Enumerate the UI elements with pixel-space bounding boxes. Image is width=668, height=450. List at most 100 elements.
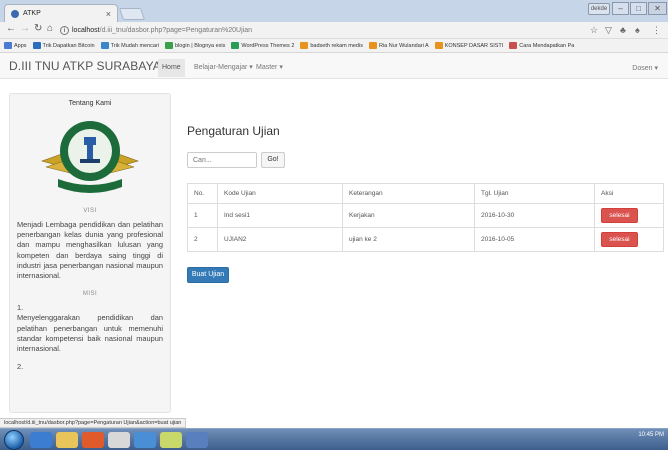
bookmark-item[interactable]: Apps <box>4 42 27 49</box>
misi-item-text: Menyelenggarakan pendidikan dan pelatiha… <box>17 313 163 354</box>
selesai-button[interactable]: selesai <box>601 232 638 247</box>
exam-table: No. Kode Ujian Keterangan Tgl. Ujian Aks… <box>187 183 664 252</box>
bookmark-label: WordPress Themes 2 <box>241 42 295 49</box>
go-button[interactable]: Go! <box>261 152 285 168</box>
home-icon[interactable]: ⌂ <box>47 23 53 34</box>
menu-icon[interactable]: ⋮ <box>652 25 661 36</box>
bookmarks-bar: Apps Trik Dapatkan Bitcoin Trik Mudah menc… <box>0 39 668 53</box>
cell-kode: Ind sesi1 <box>217 203 343 228</box>
bookmark-item[interactable]: Ria Nur Wulandari A <box>368 42 429 49</box>
maximize-icon[interactable]: □ <box>630 2 647 15</box>
buat-ujian-button[interactable]: Buat Ujian <box>187 267 229 283</box>
browser-tab-strip: ATKP × dekde – □ ✕ <box>0 0 668 22</box>
bookmark-item[interactable]: badseth rekam medis <box>300 42 363 49</box>
misi-heading: MISI <box>82 291 98 298</box>
table-row: 2 UJIAN2 ujian ke 2 2016-10-05 selesai <box>187 227 664 252</box>
cell-kode: UJIAN2 <box>217 227 343 252</box>
visi-heading: VISI <box>83 208 97 214</box>
clock-time: 10:45 PM <box>638 432 664 438</box>
explorer-icon[interactable] <box>56 432 78 448</box>
bookmark-star-icon[interactable]: ☆ <box>590 25 598 36</box>
nav-home[interactable]: Home <box>158 59 185 77</box>
url-field[interactable]: i localhost/d.iii_tnu/dasbor.php?page=Pen… <box>60 24 580 37</box>
bookmark-favicon-icon <box>509 42 518 49</box>
bookmark-item[interactable]: blogin | Blognya exis <box>165 42 225 49</box>
nav-belajar-mengajar[interactable]: Belajar-Mengajar ▾ <box>190 59 257 77</box>
bookmark-item[interactable]: Trik Dapatkan Bitcoin <box>32 42 95 49</box>
bookmark-favicon-icon <box>165 42 174 49</box>
bookmark-favicon-icon <box>368 42 377 49</box>
ie-icon[interactable] <box>30 432 52 448</box>
cell-keterangan: Kerjakan <box>342 203 475 228</box>
app-icon[interactable] <box>134 432 156 448</box>
bookmark-item[interactable]: Cara Mendapatkan Pa <box>509 42 574 49</box>
site-brand[interactable]: D.III TNU ATKP SURABAYA <box>9 59 161 73</box>
col-header-aksi: Aksi <box>594 183 664 204</box>
bookmark-favicon-icon <box>434 42 443 49</box>
tab-close-icon[interactable]: × <box>106 9 111 19</box>
new-tab-button[interactable] <box>118 8 146 20</box>
bookmark-favicon-icon <box>300 42 309 49</box>
selesai-button[interactable]: selesai <box>601 208 638 223</box>
paint-icon[interactable] <box>160 432 182 448</box>
sidebar-title: Tentang Kami <box>68 100 112 107</box>
atkp-logo <box>41 121 139 193</box>
chrome-taskbar-icon[interactable] <box>108 432 130 448</box>
search-row: Go! <box>187 152 662 168</box>
favicon-icon <box>11 9 19 18</box>
bookmark-label: Ria Nur Wulandari A <box>378 42 429 49</box>
cell-aksi: selesai <box>594 203 664 228</box>
misi-item-number-2: 2. <box>17 362 24 372</box>
bookmark-label: Apps <box>14 42 27 49</box>
visi-text: Menjadi Lembaga pendidikan dan pelatihan… <box>17 220 163 281</box>
page-title: Pengaturan Ujian <box>187 124 280 138</box>
start-button[interactable] <box>4 430 24 450</box>
extension-icon-3[interactable]: ♠ <box>635 25 640 35</box>
browser-tab[interactable]: ATKP × <box>4 4 118 22</box>
bookmark-favicon-icon <box>32 42 41 49</box>
page-info-icon[interactable]: i <box>60 26 69 35</box>
window-close-icon[interactable]: ✕ <box>648 2 667 15</box>
bookmark-item[interactable]: WordPress Themes 2 <box>231 42 294 49</box>
reload-icon[interactable]: ↻ <box>34 23 42 34</box>
cell-aksi: selesai <box>594 227 664 252</box>
nav-master[interactable]: Master ▾ <box>252 59 287 77</box>
search-input[interactable] <box>187 152 257 168</box>
cell-no: 1 <box>187 203 218 228</box>
media-player-icon[interactable] <box>82 432 104 448</box>
url-path: /d.iii_tnu/dasbor.php?page=Pengaturan%20… <box>99 27 253 34</box>
col-header-no: No. <box>187 183 218 204</box>
bookmark-label: Cara Mendapatkan Pa <box>519 42 575 49</box>
bookmark-label: Trik Dapatkan Bitcoin <box>42 42 95 49</box>
page-content: Tentang Kami VISI Menjadi Lembaga pendid… <box>0 79 668 417</box>
apps-grid-icon <box>4 42 12 49</box>
bookmark-item[interactable]: Trik Mudah mencari <box>100 42 160 49</box>
minimize-icon[interactable]: – <box>612 2 629 15</box>
nav-dosen[interactable]: Dosen ▾ <box>632 64 658 72</box>
bookmark-label: Trik Mudah mencari <box>110 42 160 49</box>
extension-icon-2[interactable]: ♣ <box>620 25 626 35</box>
cell-keterangan: ujian ke 2 <box>342 227 475 252</box>
main-panel: Pengaturan Ujian Go! No. Kode Ujian Kete… <box>187 124 664 283</box>
browser-user-button[interactable]: dekde <box>588 3 610 15</box>
site-navbar: D.III TNU ATKP SURABAYA Home Belajar-Men… <box>0 53 668 79</box>
col-header-keterangan: Keterangan <box>342 183 475 204</box>
col-header-tgl: Tgl. Ujian <box>474 183 595 204</box>
table-row: 1 Ind sesi1 Kerjakan 2016-10-30 selesai <box>187 203 664 228</box>
table-header-row: No. Kode Ujian Keterangan Tgl. Ujian Aks… <box>187 183 664 204</box>
bookmark-label: blogin | Blognya exis <box>175 42 226 49</box>
os-taskbar: 10:45 PM <box>0 428 668 450</box>
status-url: localhost/d.iii_tnu/dasbor.php?page=Peng… <box>0 418 187 428</box>
cell-tgl: 2016-10-05 <box>474 227 595 252</box>
col-header-kode: Kode Ujian <box>217 183 343 204</box>
bookmark-label: KONSEP DASAR SISTI <box>444 42 504 49</box>
address-bar: ← → ↻ ⌂ i localhost/d.iii_tnu/dasbor.php?… <box>0 22 668 39</box>
extension-icon[interactable]: ▽ <box>605 25 612 36</box>
word-icon[interactable] <box>186 432 208 448</box>
cell-no: 2 <box>187 227 218 252</box>
back-icon[interactable]: ← <box>6 23 16 34</box>
forward-icon[interactable]: → <box>20 23 30 34</box>
tab-title: ATKP <box>23 10 41 17</box>
bookmark-item[interactable]: KONSEP DASAR SISTI <box>434 42 504 49</box>
misi-item-number: 1. <box>17 303 24 313</box>
